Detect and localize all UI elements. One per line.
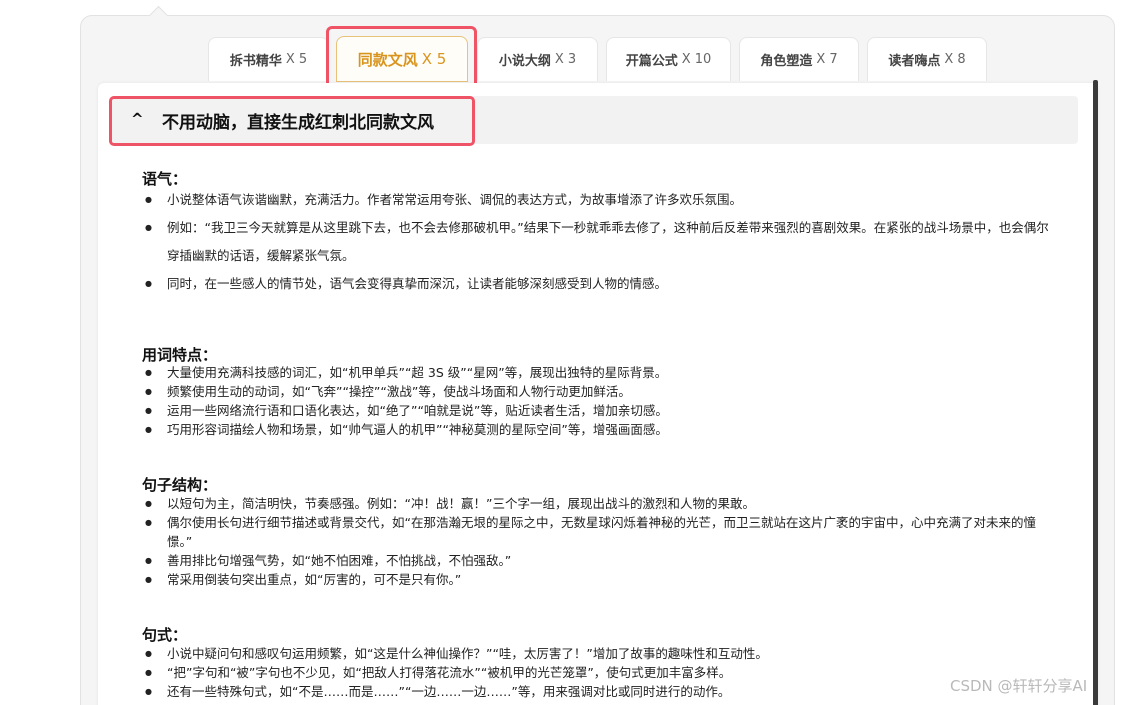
scrollbar[interactable]: [1093, 80, 1098, 705]
list-item: 常采用倒装句突出重点，如“厉害的，可不是只有你。”: [145, 570, 1050, 589]
tab-count: X 10: [681, 52, 712, 67]
tab-label: 角色塑造: [760, 54, 813, 69]
list-item: 大量使用充满科技感的词汇，如“机甲单兵”“超 3S 级”“星网”等，展现出独特的…: [145, 363, 1050, 382]
tab-label: 读者嗨点: [888, 54, 941, 69]
tab-label: 同款文风: [357, 50, 418, 69]
tab-tongkuan-wenfeng[interactable]: 同款文风 X 5: [336, 36, 468, 82]
tab-label: 开篇公式: [625, 54, 678, 69]
list-item: 同时，在一些感人的情节处，语气会变得真挚而深沉，让读者能够深刻感受到人物的情感。: [145, 270, 1050, 298]
section-header-title: 不用动脑，直接生成红刺北同款文风: [162, 113, 434, 133]
tab-label: 拆书精华: [229, 54, 282, 69]
watermark: CSDN @轩轩分享AI: [950, 677, 1088, 695]
tab-chaishu[interactable]: 拆书精华 X 5: [208, 37, 329, 81]
list-item: 频繁使用生动的动词，如“飞奔”“操控”“激战”等，使战斗场面和人物行动更加鲜活。: [145, 382, 1050, 401]
tab-count: X 5: [285, 52, 308, 67]
list-item: 小说中疑问句和感叹句运用频繁，如“这是什么神仙操作？”“哇，太厉害了！”增加了故…: [145, 644, 1050, 663]
tab-duzhe-haidian[interactable]: 读者嗨点 X 8: [867, 37, 987, 81]
list-item: 还有一些特殊句式，如“不是……而是……”“一边……一边……”等，用来强调对比或同…: [145, 682, 1050, 701]
tab-xiaoshuo-dagang[interactable]: 小说大纲 X 3: [477, 37, 598, 81]
card-pointer: [147, 4, 169, 16]
section-title-sentence-structure: 句子结构：: [142, 476, 218, 494]
list-item: “把”字句和“被”字句也不少见，如“把敌人打得落花流水”“被机甲的光芒笼罩”，使…: [145, 663, 1050, 682]
list-item: 善用排比句增强气势，如“她不怕困难，不怕挑战，不怕强敌。”: [145, 551, 1050, 570]
list-item: 巧用形容词描绘人物和场景，如“帅气逼人的机甲”“神秘莫测的星际空间”等，增强画面…: [145, 420, 1050, 439]
list-item: 小说整体语气诙谐幽默，充满活力。作者常常运用夸张、调侃的表达方式，为故事增添了许…: [145, 186, 1050, 214]
list-item: 运用一些网络流行语和口语化表达，如“绝了”“咱就是说”等，贴近读者生活，增加亲切…: [145, 401, 1050, 420]
collapse-caret-icon[interactable]: ^: [131, 110, 144, 128]
section-title-word-usage: 用词特点：: [142, 346, 218, 364]
list-item: 例如：“我卫三今天就算是从这里跳下去，也不会去修那破机甲。”结果下一秒就乖乖去修…: [145, 214, 1050, 270]
section-title-sentence-pattern: 句式：: [142, 626, 188, 644]
tab-label: 小说大纲: [498, 54, 551, 69]
tab-count: X 7: [816, 52, 838, 67]
tab-kaipian-gongshi[interactable]: 开篇公式 X 10: [606, 37, 731, 81]
list-item: 偶尔使用长句进行细节描述或背景交代，如“在那浩瀚无垠的星际之中，无数星球闪烁着神…: [145, 513, 1050, 551]
tab-count: X 5: [421, 50, 447, 68]
tab-juese-suzao[interactable]: 角色塑造 X 7: [739, 37, 859, 81]
list-item: 以短句为主，简洁明快，节奏感强。例如：“冲！战！赢！”三个字一组，展现出战斗的激…: [145, 494, 1050, 513]
tab-count: X 3: [554, 52, 577, 67]
tab-count: X 8: [944, 52, 966, 67]
